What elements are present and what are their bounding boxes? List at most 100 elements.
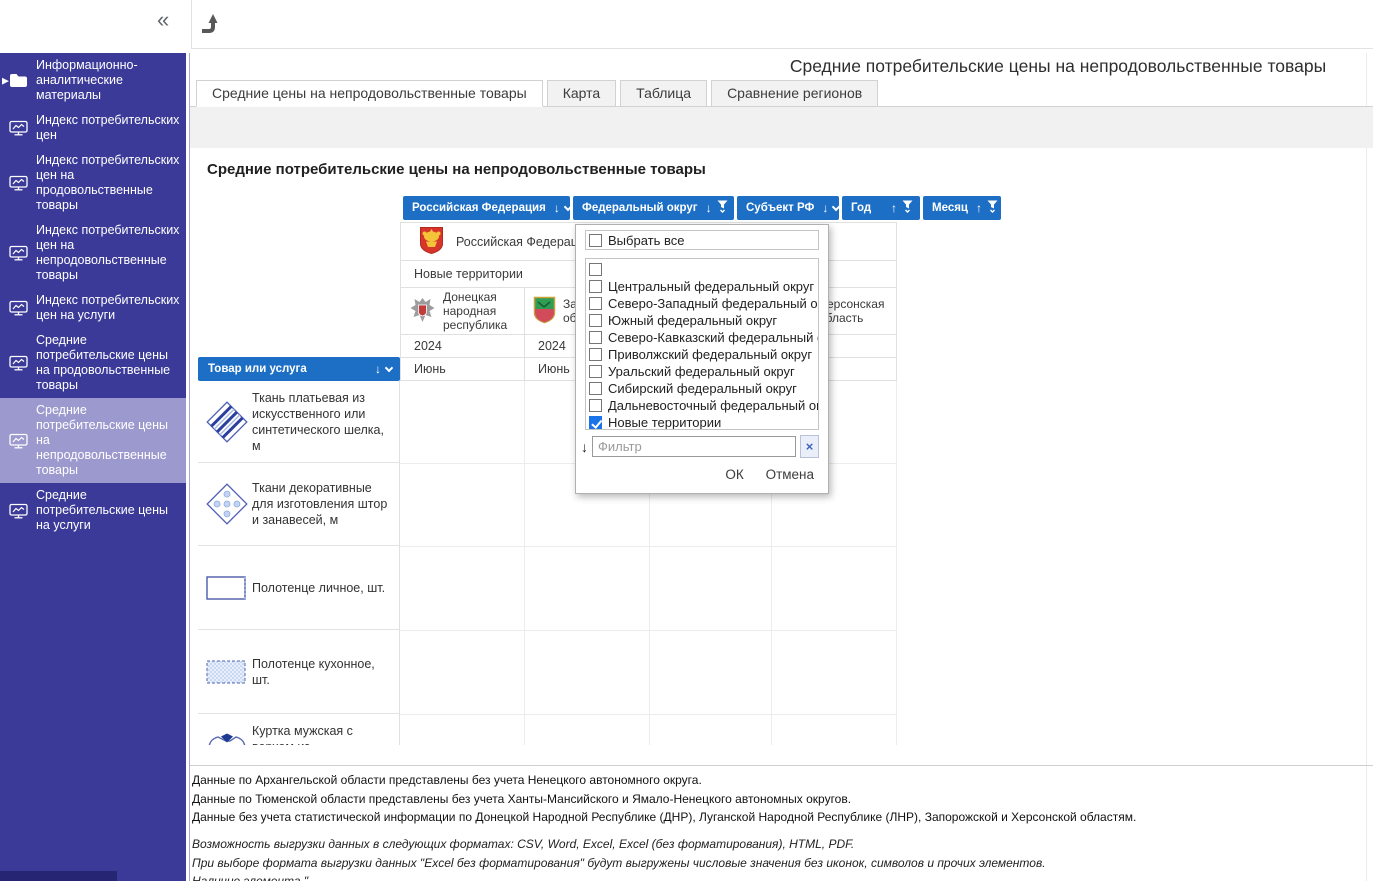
monitor-chart-icon xyxy=(0,355,36,371)
product-column: Ткань платьевая из искусственного или си… xyxy=(198,381,400,745)
option-label: Уральский федеральный округ xyxy=(608,364,795,379)
rf-emblem-icon xyxy=(419,226,444,258)
filter-button-label: Год xyxy=(851,202,872,214)
year-cell: 2024 xyxy=(400,334,525,358)
checkbox[interactable] xyxy=(589,365,602,378)
cancel-button[interactable]: Отмена xyxy=(766,467,814,482)
sidebar-item-avg-prices-food[interactable]: Средние потребительские цены на продовол… xyxy=(0,328,186,398)
topbar-divider xyxy=(191,0,192,48)
checkbox[interactable] xyxy=(589,399,602,412)
sidebar-item-cpi-food[interactable]: Индекс потребительских цен на продовольс… xyxy=(0,148,186,218)
filter-button-russian-federation[interactable]: Российская Федерация ↓ xyxy=(403,196,573,220)
dropdown-option-new-territories[interactable]: Новые территории xyxy=(589,414,818,429)
navigate-up-icon[interactable] xyxy=(199,9,225,37)
funnel-filter-icon xyxy=(987,200,998,216)
table-row: Полотенце кухонное, шт. xyxy=(198,630,399,714)
sidebar-item-cpi[interactable]: Индекс потребительских цен xyxy=(0,108,186,148)
sidebar-item-avg-prices-services[interactable]: Средние потребительские цены на услуги xyxy=(0,483,186,538)
tab-map[interactable]: Карта xyxy=(546,80,617,107)
zaporozhye-emblem-icon xyxy=(533,296,556,327)
row-header-button-product-or-service[interactable]: Товар или услуга ↓ xyxy=(198,357,400,381)
option-label: Дальневосточный федеральный округ xyxy=(608,398,819,413)
filter-button-label: Субъект РФ xyxy=(746,202,815,214)
filter-button-federal-district[interactable]: Федеральный округ ↓ xyxy=(573,196,734,220)
footnote-line: Возможность выгрузки данных в следующих … xyxy=(192,837,855,851)
content-left-border xyxy=(189,53,190,881)
footnotes: Данные по Архангельской области представ… xyxy=(192,771,1136,827)
sidebar-item-label: Информационно-аналитические материалы xyxy=(36,58,138,102)
sidebar-item-info-analytical-materials[interactable]: ▶ Информационно-аналитические материалы xyxy=(0,53,186,108)
sidebar-item-label: Индекс потребительских цен на продовольс… xyxy=(36,153,180,212)
dropdown-option-northwest[interactable]: Северо-Западный федеральный округ xyxy=(589,295,818,312)
table-header-region-dnr: Донецкая народная республика xyxy=(400,287,525,335)
dropdown-option-ural[interactable]: Уральский федеральный округ xyxy=(589,363,818,380)
filter-button-rf-subject[interactable]: Субъект РФ ↓ xyxy=(737,196,841,220)
sidebar-item-cpi-services[interactable]: Индекс потребительских цен на услуги xyxy=(0,288,186,328)
checkbox[interactable] xyxy=(589,297,602,310)
filter-button-month[interactable]: Месяц ↑ xyxy=(923,196,1001,220)
sidebar-item-avg-prices-nonfood[interactable]: Средние потребительские цены на непродов… xyxy=(0,398,186,483)
monitor-chart-icon xyxy=(0,245,36,261)
dropdown-option-blank[interactable] xyxy=(589,261,818,278)
sidebar-collapse-button[interactable]: « xyxy=(157,9,169,31)
dropdown-option-southern[interactable]: Южный федеральный округ xyxy=(589,312,818,329)
checkbox[interactable] xyxy=(589,233,602,247)
option-label: Южный федеральный округ xyxy=(608,313,778,328)
monitor-chart-icon xyxy=(0,433,36,449)
sidebar-item-label: Индекс потребительских цен xyxy=(36,113,180,142)
checkbox[interactable] xyxy=(589,382,602,395)
product-name: Куртка мужская с верхом из xyxy=(252,724,353,745)
clear-filter-button[interactable]: × xyxy=(800,435,819,458)
right-scrollbar-track[interactable] xyxy=(1366,53,1367,881)
tab-avg-prices-nonfood[interactable]: Средние цены на непродовольственные това… xyxy=(196,80,543,107)
monitor-chart-icon xyxy=(0,120,36,136)
arrow-down-icon: ↓ xyxy=(581,438,588,455)
dropdown-option-volga[interactable]: Приволжский федеральный округ xyxy=(589,346,818,363)
filter-button-label: Месяц xyxy=(932,202,968,214)
expanded-caret-icon: ▶ xyxy=(2,75,9,85)
fabric-striped-diamond-icon xyxy=(202,399,252,445)
checkbox[interactable] xyxy=(589,348,602,361)
dropdown-option-north-caucasus[interactable]: Северо-Кавказский федеральный округ xyxy=(589,329,818,346)
grid-line xyxy=(896,381,897,745)
dropdown-option-central[interactable]: Центральный федеральный округ xyxy=(589,278,818,295)
dropdown-actions: ОК Отмена xyxy=(576,458,828,482)
checkbox[interactable] xyxy=(589,331,602,344)
toolbar-strip xyxy=(190,107,1373,148)
sort-desc-icon: ↓ xyxy=(375,362,381,376)
topbar: « xyxy=(0,0,1373,53)
footnote-line: Наличие элемента " xyxy=(192,874,309,881)
filter-input[interactable] xyxy=(592,436,796,457)
select-all-option[interactable]: Выбрать все xyxy=(585,230,819,250)
product-name: Полотенце личное, шт. xyxy=(252,580,386,595)
horizontal-scrollbar-thumb[interactable] xyxy=(0,871,117,881)
checkbox[interactable] xyxy=(589,263,602,276)
content-heading: Средние потребительские цены на непродов… xyxy=(207,161,706,178)
ok-button[interactable]: ОК xyxy=(725,467,743,482)
dropdown-option-siberian[interactable]: Сибирский федеральный округ xyxy=(589,380,818,397)
towel-plain-icon xyxy=(202,565,252,611)
sidebar-item-label: Средние потребительские цены на непродов… xyxy=(36,403,168,477)
dropdown-option-list: Центральный федеральный округ Северо-Зап… xyxy=(585,258,819,430)
checkbox[interactable] xyxy=(589,314,602,327)
filter-button-year[interactable]: Год ↑ xyxy=(842,196,920,220)
grid-line xyxy=(400,714,897,715)
tab-table[interactable]: Таблица xyxy=(620,80,708,107)
checkbox[interactable] xyxy=(589,280,602,293)
option-label: Центральный федеральный округ xyxy=(608,279,815,294)
row-header-label: Товар или услуга xyxy=(208,363,307,375)
sidebar-item-label: Индекс потребительских цен на услуги xyxy=(36,293,180,322)
grid-line xyxy=(524,381,525,745)
tab-region-comparison[interactable]: Сравнение регионов xyxy=(711,80,879,107)
export-format-notes: Возможность выгрузки данных в следующих … xyxy=(192,835,1046,881)
checkbox-checked[interactable] xyxy=(589,416,602,429)
sidebar-item-cpi-nonfood[interactable]: Индекс потребительских цен на непродовол… xyxy=(0,218,186,288)
month-cell: Июнь xyxy=(400,357,525,381)
funnel-filter-icon xyxy=(717,200,728,216)
footnote-line: Данные без учета статистической информац… xyxy=(192,810,1137,824)
product-name: Ткани декоративные для изготовления штор… xyxy=(252,481,388,527)
dropdown-option-far-eastern[interactable]: Дальневосточный федеральный округ xyxy=(589,397,818,414)
table-row: Куртка мужская с верхом из xyxy=(198,714,399,745)
option-label: Приволжский федеральный округ xyxy=(608,347,813,362)
country-name: Российская Федерация xyxy=(456,234,592,249)
